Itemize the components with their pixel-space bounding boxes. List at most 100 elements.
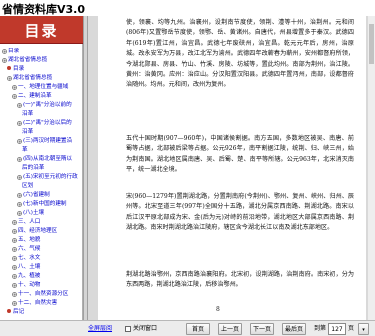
toc-item[interactable]: + 湖北省省情总揽 <box>2 57 47 64</box>
sidebar-header: 目录 <box>0 16 83 44</box>
expand-toggle-icon[interactable]: + <box>2 58 7 63</box>
expand-toggle-icon[interactable]: + <box>12 247 17 252</box>
toc-item[interactable]: 后记 <box>7 309 24 316</box>
toc-item-label: 后的沿革 <box>22 165 45 171</box>
page-number-input[interactable]: 127 <box>328 323 346 335</box>
toc-item[interactable]: 沿革 <box>22 129 33 136</box>
toc-item-label: 十二、自然灾害 <box>18 300 58 306</box>
toc-item[interactable]: + (三)两汉时期建置沿 <box>17 138 72 145</box>
toc-item[interactable]: + 十二、自然灾害 <box>12 300 57 307</box>
toc-item[interactable]: + 一、地理位置与疆域 <box>12 84 68 91</box>
expand-toggle-icon[interactable]: + <box>2 49 7 54</box>
toc-item[interactable]: + 目录 <box>2 48 19 55</box>
toc-item-label: 湖北省省情总揽 <box>13 75 53 81</box>
toc-item[interactable]: + 二、建制沿革 <box>12 93 52 100</box>
expand-toggle-icon[interactable]: + <box>12 85 17 90</box>
expand-toggle-icon[interactable]: + <box>17 103 22 108</box>
page-number: 8 <box>216 306 220 313</box>
expand-toggle-icon[interactable]: + <box>17 139 22 144</box>
expand-toggle-icon[interactable]: + <box>17 157 22 162</box>
toc-item[interactable]: + 九、植被 <box>12 273 40 280</box>
expand-toggle-icon[interactable]: + <box>17 175 22 180</box>
fullscreen-link[interactable]: 全屏层阅 <box>88 323 112 335</box>
toc-item-label: (二)"禹"分治以后的 <box>23 120 72 126</box>
close-window-checkbox[interactable]: 关闭窗口 <box>125 323 157 335</box>
prev-page-button[interactable]: 上一页 <box>218 323 242 335</box>
paragraph: 五代十国时期(907—960年)，中国诸侯割据。南方五国，多数地区被吴、南唐、前… <box>126 135 354 174</box>
toc-item[interactable]: + (五)宋初至元初的行政 <box>17 174 78 181</box>
toc-item-label: 六、气候 <box>18 246 41 252</box>
expand-toggle-icon[interactable]: + <box>7 76 12 81</box>
expand-toggle-icon[interactable]: + <box>17 193 22 198</box>
title-bar: 省情资料库V3.0 <box>0 0 375 16</box>
toc-item[interactable]: + 六、气候 <box>12 246 40 253</box>
toc-item[interactable]: + (八)土壤 <box>17 210 44 217</box>
toc-item-label: 目录 <box>8 48 20 54</box>
paragraph: 宋(960—1279年)置荆湖北路，分置荆南府(今荆州)、鄂州、复州、峡州、归州… <box>126 193 354 232</box>
toc-item[interactable]: + 八、土壤 <box>12 264 40 271</box>
scrollbar-thumb[interactable] <box>369 24 374 64</box>
toc-item[interactable]: 后的沿革 <box>22 165 44 172</box>
toc-item-label: (六)省建制 <box>23 192 50 198</box>
expand-toggle-icon[interactable]: + <box>12 292 17 297</box>
vertical-scrollbar[interactable] <box>368 16 375 320</box>
toc-item[interactable]: 沿革 <box>22 111 33 118</box>
expand-toggle-icon[interactable]: + <box>12 301 17 306</box>
toc-item-label: (三)两汉时期建置沿 <box>23 138 73 144</box>
toc-item[interactable]: + 七、水文 <box>12 255 40 262</box>
toc-item[interactable]: + 五、地貌 <box>12 237 40 244</box>
toc-item-label: 七、水文 <box>18 255 41 261</box>
toc-item-label: 目录 <box>13 66 25 72</box>
expand-toggle-icon[interactable]: + <box>12 256 17 261</box>
app-window: 省情资料库V3.0 目录 + 目录 + 湖北省省情总揽 目录 + 湖北省省情总揽 + 一、地理位… <box>0 0 375 336</box>
toc-item-label: 革 <box>22 147 28 153</box>
expand-toggle-icon[interactable]: + <box>12 265 17 270</box>
toc-item-label: 五、地貌 <box>18 237 41 243</box>
toc-item-label: 后记 <box>13 309 25 315</box>
toc-tree: + 目录 + 湖北省省情总揽 目录 + 湖北省省情总揽 + 一、地理位置与疆域 + 二、建制沿革 +(… <box>0 48 83 320</box>
toc-item-label: (一)"禹"分治以前的 <box>23 102 72 108</box>
page-goto-prefix: 到第 <box>314 325 327 332</box>
expand-toggle-icon[interactable]: + <box>12 238 17 243</box>
toc-item[interactable]: + (七)新中国的建制 <box>17 201 67 208</box>
toc-item-label: 十一、自然资源分区 <box>18 291 69 297</box>
toc-item-label: 十、动物 <box>18 282 41 288</box>
expand-toggle-icon[interactable]: + <box>12 220 17 225</box>
checkbox-icon[interactable] <box>125 326 131 332</box>
expand-toggle-icon[interactable]: + <box>12 274 17 279</box>
toc-item[interactable]: + 十一、自然资源分区 <box>12 291 68 298</box>
page-goto-suffix: 页 <box>348 325 355 332</box>
go-button[interactable]: ▾ <box>358 323 369 335</box>
toc-item[interactable]: + 十、动物 <box>12 282 40 289</box>
toc-item[interactable]: 目录 <box>7 66 24 73</box>
first-page-button[interactable]: 首页 <box>186 323 210 335</box>
expand-toggle-icon[interactable]: + <box>12 94 17 99</box>
paragraph: 荆湖北路治鄂州，京西南路治襄阳府。北宋初，设荆湖路，治荆南府。南宋初，分为东西两… <box>126 271 354 289</box>
expand-toggle-icon[interactable]: + <box>17 121 22 126</box>
toc-item[interactable]: + 三、人口 <box>12 219 40 226</box>
paragraph: 使，领襄、均等九州。治襄州，设荆南节度使，领荆、澧等十州，治荆州。元和间(806… <box>126 19 354 89</box>
toc-item-label: 区划 <box>22 183 34 189</box>
toc-item[interactable]: 革 <box>22 147 28 154</box>
sidebar-header-label: 目录 <box>24 22 59 40</box>
next-page-button[interactable]: 下一页 <box>250 323 274 335</box>
toc-item-label: (七)新中国的建制 <box>23 201 67 207</box>
last-page-button[interactable]: 最后页 <box>282 323 306 335</box>
toc-item[interactable]: + (二)"禹"分治以后的 <box>17 120 72 127</box>
expand-toggle-icon[interactable]: + <box>12 283 17 288</box>
close-window-label: 关闭窗口 <box>133 325 158 332</box>
toc-item[interactable]: + 湖北省省情总揽 <box>7 75 52 82</box>
expand-toggle-icon[interactable]: + <box>12 229 17 234</box>
expand-toggle-icon[interactable]: + <box>17 211 22 216</box>
toc-item[interactable]: 区划 <box>22 183 33 190</box>
page-bullet-icon <box>7 309 11 313</box>
toc-item[interactable]: + (四)从南北朝至隋以 <box>17 156 72 163</box>
toc-item[interactable]: + (六)省建制 <box>17 192 50 199</box>
expand-toggle-icon[interactable]: + <box>17 202 22 207</box>
toc-item[interactable]: + (一)"禹"分治以前的 <box>17 102 72 109</box>
toc-item-label: 四、经济地理区 <box>18 228 58 234</box>
toc-item[interactable]: + 四、经济地理区 <box>12 228 57 235</box>
toc-item-label: 三、人口 <box>18 219 41 225</box>
toc-item-label: 沿革 <box>22 111 34 117</box>
toc-item-label: 二、建制沿革 <box>18 93 52 99</box>
